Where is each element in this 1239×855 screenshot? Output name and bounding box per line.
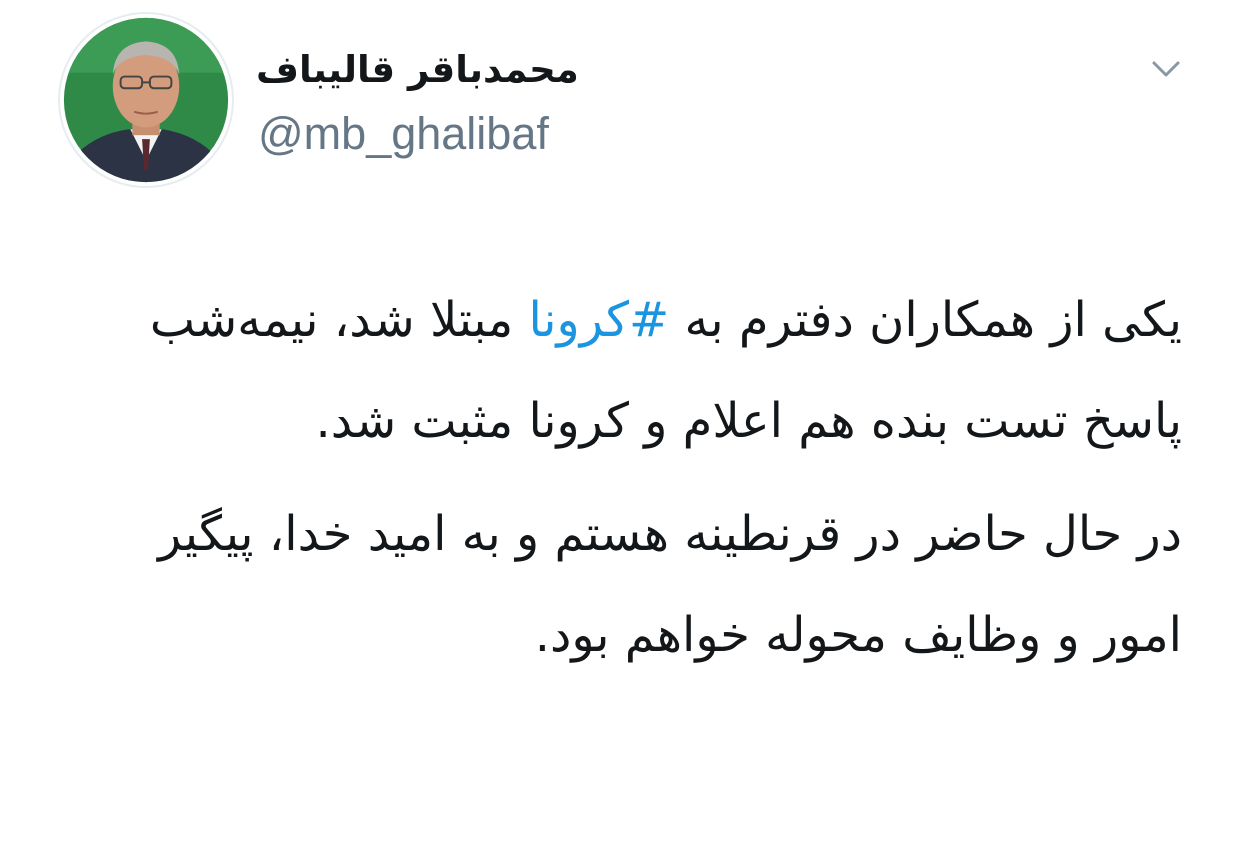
tweet-paragraph-2: در حال حاضر در قرنطینه هستم و به امید خد… xyxy=(158,506,1182,663)
avatar[interactable] xyxy=(58,12,234,188)
chevron-down-icon[interactable] xyxy=(1146,54,1186,84)
tweet-paragraph-1: یکی از همکاران دفترم به #کرونا مبتلا شد،… xyxy=(60,270,1182,472)
tweet-card: محمدباقر قالیباف @mb_ghalibaf یکی از همک… xyxy=(0,0,1239,855)
profile-photo-icon xyxy=(63,17,229,183)
hashtag-link[interactable]: #کرونا xyxy=(529,292,670,348)
display-name[interactable]: محمدباقر قالیباف xyxy=(256,44,676,96)
username-handle[interactable]: @mb_ghalibaf xyxy=(258,106,549,162)
tweet-text: یکی از همکاران دفترم به #کرونا مبتلا شد،… xyxy=(60,270,1182,686)
tweet-text-part: یکی از همکاران دفترم به xyxy=(669,292,1183,348)
